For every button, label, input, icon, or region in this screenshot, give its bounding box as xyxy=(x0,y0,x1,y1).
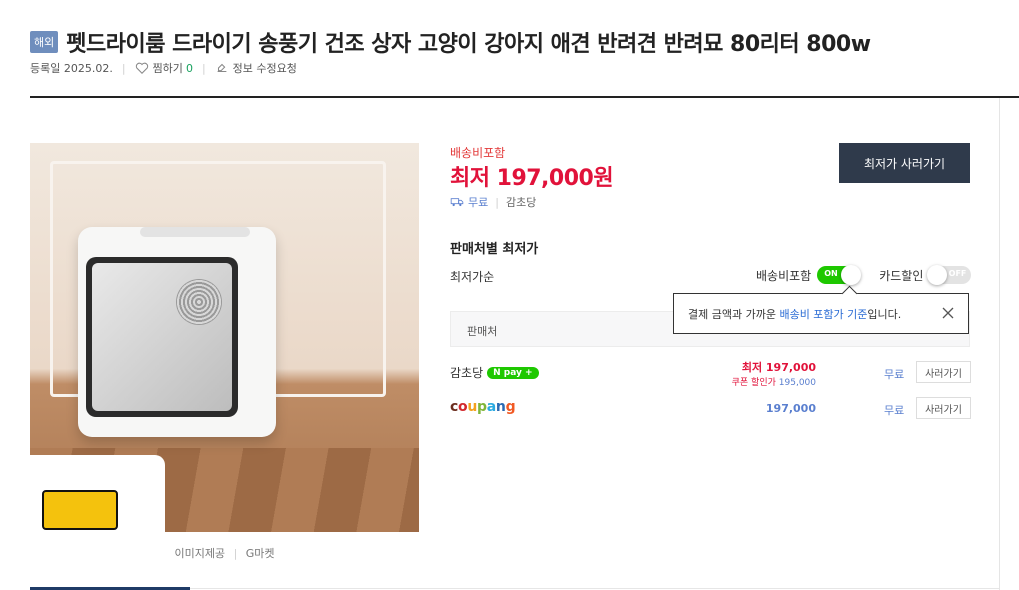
right-border xyxy=(999,98,1000,590)
image-provider-store: G마켓 xyxy=(245,547,275,560)
tooltip-text-post: 입니다. xyxy=(867,307,902,321)
free-shipping: 무료 xyxy=(468,196,489,209)
price-sub-info: 무료 | 감초당 xyxy=(450,194,536,210)
tooltip-text: 결제 금액과 가까운 배송비 포함가 기준입니다. xyxy=(688,306,901,322)
divider: | xyxy=(233,547,238,560)
lowest-seller: 감초당 xyxy=(505,196,537,209)
go-buy-button[interactable]: 사러가기 xyxy=(916,397,971,419)
toggle-state: OFF xyxy=(948,269,967,278)
pet-dryer-box xyxy=(78,227,276,437)
go-buy-button[interactable]: 사러가기 xyxy=(916,361,971,383)
toggle-state: ON xyxy=(824,269,838,278)
wish-count: 0 xyxy=(185,61,193,75)
dryer-window xyxy=(86,257,238,417)
product-image[interactable] xyxy=(30,143,419,532)
divider: | xyxy=(201,61,206,75)
meta-row: 등록일 2025.02. | 찜하기 0 | 정보 수정요청 xyxy=(30,60,297,76)
price-cell: 197,000 xyxy=(766,402,816,415)
product-title: 펫드라이룸 드라이기 송풍기 건조 상자 고양이 강아지 애견 반려견 반려묘 … xyxy=(66,32,871,57)
divider: | xyxy=(121,61,126,75)
card-discount-toggle[interactable]: OFF xyxy=(927,265,972,285)
title-row: 해외 펫드라이룸 드라이기 송풍기 건조 상자 고양이 강아지 애견 반려견 반… xyxy=(30,22,871,62)
filter-toggles: 배송비포함 ON 카드할인 OFF xyxy=(756,265,972,285)
seller-cell: coupang coupang xyxy=(450,399,516,415)
seller-column-header: 판매처 xyxy=(467,325,498,338)
shipping-included-toggle[interactable]: ON xyxy=(817,265,862,285)
edit-request-button[interactable]: 정보 수정요청 xyxy=(215,60,297,76)
sort-lowest-price[interactable]: 최저가순 xyxy=(450,268,494,285)
seller-row: 감초당 N pay + 최저 197,000 쿠폰 할인가 195,000 무료… xyxy=(450,358,972,390)
registration-date: 등록일 2025.02. xyxy=(30,62,113,75)
shipping-tooltip: 결제 금액과 가까운 배송비 포함가 기준입니다. xyxy=(673,285,969,334)
wish-button[interactable]: 찜하기 0 xyxy=(135,60,193,76)
toggle-knob xyxy=(841,265,862,285)
shipping-toggle-label: 배송비포함 xyxy=(756,268,812,283)
coupon-price: 195,000 xyxy=(778,378,816,388)
coupon-label: 쿠폰 할인가 xyxy=(731,378,776,388)
close-icon[interactable] xyxy=(938,303,958,323)
price-cell: 최저 197,000 쿠폰 할인가 195,000 xyxy=(732,359,816,388)
tooltip-text-highlight: 배송비 포함가 기준 xyxy=(779,307,868,321)
coupang-logo[interactable]: coupang xyxy=(450,399,516,415)
image-provider-label: 이미지제공 xyxy=(174,547,226,560)
yellow-card xyxy=(42,490,118,530)
dryer-glass xyxy=(92,263,232,411)
image-caption: 이미지제공 | G마켓 xyxy=(30,545,419,561)
overseas-badge: 해외 xyxy=(30,31,59,53)
sellers-section-title: 판매처별 최저가 xyxy=(450,242,539,257)
card-discount-toggle-label: 카드할인 xyxy=(879,268,924,283)
shipping-included-label: 배송비포함 xyxy=(450,146,506,160)
toggle-knob xyxy=(927,265,948,285)
header-divider xyxy=(30,96,1019,98)
divider: | xyxy=(495,195,499,209)
truck-icon xyxy=(450,198,464,207)
heart-icon xyxy=(135,62,148,74)
buy-lowest-button[interactable]: 최저가 사러가기 xyxy=(839,143,970,183)
tooltip-arrow xyxy=(841,285,858,302)
lowest-price: 최저 197,000원 xyxy=(450,166,614,191)
wish-label: 찜하기 xyxy=(152,62,183,75)
seller-name[interactable]: 감초당 xyxy=(450,364,483,381)
row-shipping: 무료 xyxy=(884,368,905,381)
edit-icon xyxy=(217,63,227,73)
seller-row: coupang coupang 197,000 무료 사러가기 xyxy=(450,395,972,425)
seller-cell: 감초당 N pay + xyxy=(450,364,539,381)
edit-request-label: 정보 수정요청 xyxy=(232,62,297,75)
row-shipping: 무료 xyxy=(884,404,905,417)
tooltip-text-pre: 결제 금액과 가까운 xyxy=(688,307,780,321)
dryer-top-panel xyxy=(140,227,250,237)
tab-baseline xyxy=(190,588,999,589)
coupon-price-line: 쿠폰 할인가 195,000 xyxy=(732,375,816,388)
npay-plus-badge: N pay + xyxy=(487,366,539,379)
row-lowest-price: 최저 197,000 xyxy=(741,361,816,374)
row-price: 197,000 xyxy=(765,402,816,415)
fan-icon xyxy=(176,279,222,325)
